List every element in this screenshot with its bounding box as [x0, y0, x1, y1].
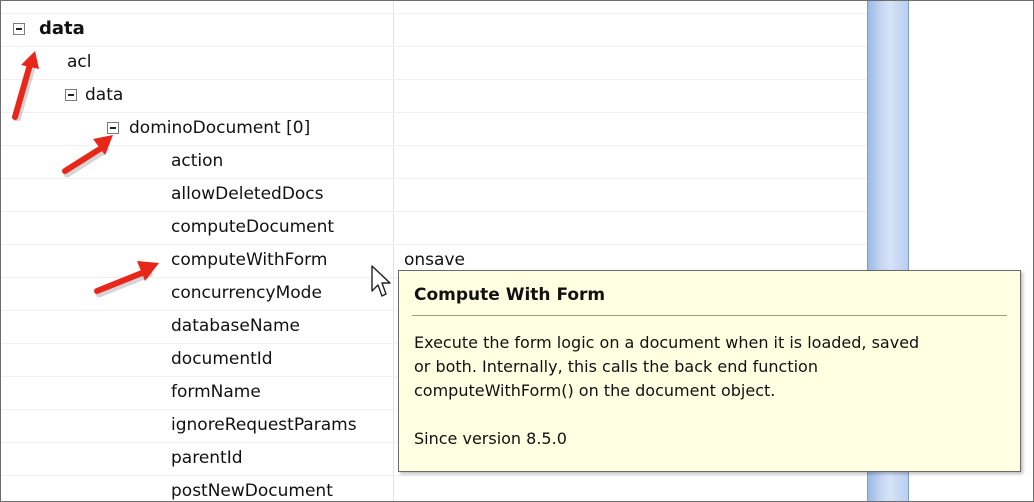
value-cell[interactable] — [394, 476, 867, 501]
value-cell[interactable] — [394, 179, 867, 211]
tree-item-label: data — [85, 85, 124, 105]
tree-item-label: parentId — [171, 448, 243, 468]
red-arrow-annotation — [94, 261, 159, 298]
collapse-icon[interactable] — [65, 89, 77, 101]
name-cell: ignoreRequestParams — [1, 410, 393, 442]
tree-row-allow-deleted-docs[interactable]: allowDeletedDocs — [1, 179, 867, 212]
tree-row-data[interactable]: data — [1, 80, 867, 113]
name-cell: data — [1, 14, 393, 46]
name-cell: parentId — [1, 443, 393, 475]
name-cell: formName — [1, 377, 393, 409]
value-cell[interactable] — [394, 146, 867, 178]
tree-row-compute-document[interactable]: computeDocument — [1, 212, 867, 245]
name-cell: concurrencyMode — [1, 278, 393, 310]
value-cell[interactable] — [394, 212, 867, 244]
tree-item-label: databaseName — [171, 316, 300, 336]
name-cell: computeDocument — [1, 212, 393, 244]
property-tooltip: Compute With Form Execute the form logic… — [398, 270, 1021, 472]
name-cell: databaseName — [1, 311, 393, 343]
tree-item-label: data — [39, 18, 85, 39]
name-cell: computeWithForm — [1, 245, 393, 277]
name-cell: documentId — [1, 344, 393, 376]
tree-item-label: formName — [171, 382, 261, 402]
tree-row-data-root[interactable]: data — [1, 13, 867, 47]
tree-item-label: documentId — [171, 349, 273, 369]
tooltip-separator — [412, 315, 1007, 316]
tree-item-label: computeDocument — [171, 217, 335, 237]
tooltip-since-version: Since version 8.5.0 — [414, 429, 567, 448]
properties-panel: data acl data dominoDocument [0] action … — [0, 0, 1034, 502]
pointer-cursor-icon — [371, 265, 391, 297]
value-cell[interactable] — [394, 47, 867, 79]
tooltip-description-line: Execute the form logic on a document whe… — [414, 333, 920, 352]
tree-item-label: action — [171, 151, 224, 171]
tree-row-domino-document[interactable]: dominoDocument [0] — [1, 113, 867, 146]
tooltip-description-line: computeWithForm() on the document object… — [414, 381, 776, 400]
name-cell: postNewDocument — [1, 476, 393, 501]
red-arrow-annotation — [62, 135, 113, 178]
collapse-icon[interactable] — [13, 23, 25, 35]
tree-row-action[interactable]: action — [1, 146, 867, 179]
tree-item-label: concurrencyMode — [171, 283, 322, 303]
tree-item-label: postNewDocument — [171, 481, 333, 501]
tree-row-acl[interactable]: acl — [1, 47, 867, 80]
tree-item-label: allowDeletedDocs — [171, 184, 324, 204]
tree-item-label: dominoDocument [0] — [129, 118, 311, 138]
name-cell: data — [1, 80, 393, 112]
tree-item-label: acl — [67, 52, 92, 72]
name-cell: allowDeletedDocs — [1, 179, 393, 211]
value-cell[interactable] — [394, 80, 867, 112]
value-cell[interactable] — [394, 14, 867, 46]
red-arrow-annotation — [12, 51, 39, 121]
value-text: onsave — [404, 250, 465, 270]
value-cell[interactable] — [394, 113, 867, 145]
tooltip-title: Compute With Form — [414, 285, 606, 305]
tree-item-label: ignoreRequestParams — [171, 415, 357, 435]
name-cell: acl — [1, 47, 393, 79]
tree-row-post-new-document[interactable]: postNewDocument — [1, 476, 867, 501]
tooltip-description-line: or both. Internally, this calls the back… — [414, 357, 818, 376]
tree-item-label: computeWithForm — [171, 250, 328, 270]
